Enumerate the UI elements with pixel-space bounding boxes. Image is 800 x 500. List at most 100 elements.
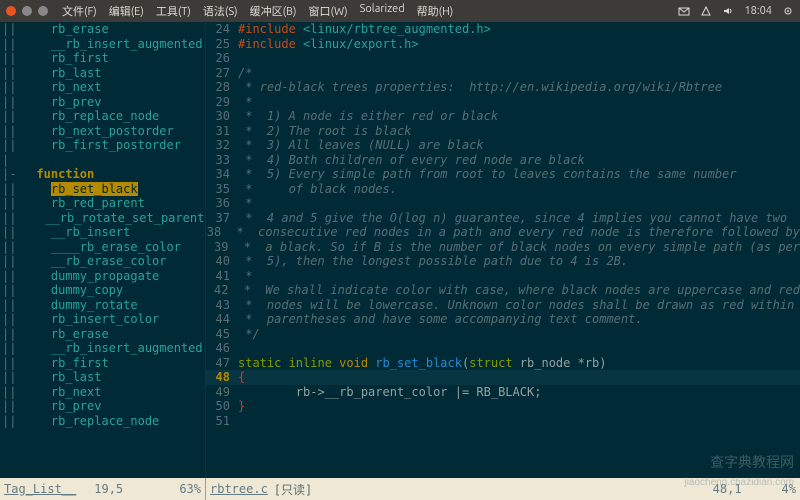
line-number: 30: [206, 109, 238, 123]
taglist-pane[interactable]: || rb_erase|| __rb_insert_augmented|| rb…: [0, 22, 206, 478]
code-line[interactable]: 34 * 5) Every simple path from root to l…: [206, 167, 800, 182]
network-icon[interactable]: [700, 5, 712, 17]
code-line[interactable]: 41 *: [206, 269, 800, 284]
code-line[interactable]: 51: [206, 414, 800, 429]
code-text: }: [238, 399, 245, 413]
code-text: *: [238, 269, 252, 283]
code-line[interactable]: 44 * parentheses and have some accompany…: [206, 312, 800, 327]
taglist-item[interactable]: || rb_set_black: [0, 182, 205, 197]
taglist-item[interactable]: || rb_next_postorder: [0, 124, 205, 139]
fold-marker: ||: [0, 298, 22, 312]
menu-item[interactable]: Solarized: [356, 3, 409, 19]
code-line[interactable]: 25#include <linux/export.h>: [206, 37, 800, 52]
fold-marker: ||: [0, 51, 22, 65]
taglist-item[interactable]: || __rb_insert_augmented: [0, 341, 205, 356]
code-line[interactable]: 33 * 4) Both children of every red node …: [206, 153, 800, 168]
code-line[interactable]: 26: [206, 51, 800, 66]
minimize-icon[interactable]: [22, 6, 32, 16]
fold-marker: ||: [0, 385, 22, 399]
taglist-label: rb_insert_color: [51, 312, 159, 326]
code-text: * of black nodes.: [238, 182, 397, 196]
code-line[interactable]: 45 */: [206, 327, 800, 342]
taglist-item[interactable]: || __rb_insert: [0, 225, 205, 240]
taglist-item[interactable]: || rb_next: [0, 80, 205, 95]
taglist-item[interactable]: || dummy_rotate: [0, 298, 205, 313]
status-left: Tag_List__ 19,5 63%: [0, 478, 206, 500]
close-icon[interactable]: [6, 6, 16, 16]
code-line[interactable]: 48{: [206, 370, 800, 385]
taglist-item[interactable]: || rb_erase: [0, 327, 205, 342]
code-line[interactable]: 32 * 3) All leaves (NULL) are black: [206, 138, 800, 153]
line-number: 29: [206, 95, 238, 109]
taglist-item[interactable]: |- function: [0, 167, 205, 182]
code-line[interactable]: 29 *: [206, 95, 800, 110]
taglist-item[interactable]: || dummy_propagate: [0, 269, 205, 284]
fold-marker: ||: [0, 109, 22, 123]
taglist-item[interactable]: || rb_prev: [0, 95, 205, 110]
code-line[interactable]: 46: [206, 341, 800, 356]
taglist-item[interactable]: || rb_last: [0, 66, 205, 81]
maximize-icon[interactable]: [38, 6, 48, 16]
taglist-item[interactable]: || __rb_insert_augmented: [0, 37, 205, 52]
code-line[interactable]: 39 * a black. So if B is the number of b…: [206, 240, 800, 255]
taglist-item[interactable]: || rb_next: [0, 385, 205, 400]
taglist-item[interactable]: || __rb_rotate_set_parents: [0, 211, 205, 226]
code-line[interactable]: 50}: [206, 399, 800, 414]
taglist-label: dummy_propagate: [51, 269, 159, 283]
taglist-item[interactable]: || rb_first_postorder: [0, 138, 205, 153]
taglist-item[interactable]: || rb_replace_node: [0, 109, 205, 124]
taglist-item[interactable]: || rb_insert_color: [0, 312, 205, 327]
code-line[interactable]: 49 rb->__rb_parent_color |= RB_BLACK;: [206, 385, 800, 400]
menu-item[interactable]: 语法(S): [199, 3, 242, 19]
editor-area: || rb_erase|| __rb_insert_augmented|| rb…: [0, 22, 800, 478]
taglist-item[interactable]: || rb_first: [0, 51, 205, 66]
code-line[interactable]: 27/*: [206, 66, 800, 81]
code-line[interactable]: 43 * nodes will be lowercase. Unknown co…: [206, 298, 800, 313]
code-line[interactable]: 37 * 4 and 5 give the O(log n) guarantee…: [206, 211, 800, 226]
code-line[interactable]: 47static inline void rb_set_black(struct…: [206, 356, 800, 371]
taglist-item[interactable]: |: [0, 153, 205, 168]
taglist-item[interactable]: || rb_erase: [0, 22, 205, 37]
code-line[interactable]: 38 * consecutive red nodes in a path and…: [206, 225, 800, 240]
menu-item[interactable]: 缓冲区(B): [246, 3, 301, 19]
line-number: 38: [206, 225, 229, 239]
taglist-item[interactable]: || dummy_copy: [0, 283, 205, 298]
code-line[interactable]: 42 * We shall indicate color with case, …: [206, 283, 800, 298]
code-pane[interactable]: 24#include <linux/rbtree_augmented.h>25#…: [206, 22, 800, 478]
fold-marker: ||: [0, 95, 22, 109]
menu-item[interactable]: 工具(T): [152, 3, 195, 19]
taglist-item[interactable]: || rb_first: [0, 356, 205, 371]
mail-icon[interactable]: [678, 5, 690, 17]
code-line[interactable]: 35 * of black nodes.: [206, 182, 800, 197]
taglist-label: __rb_insert_augmented: [51, 341, 203, 355]
code-line[interactable]: 40 * 5), then the longest possible path …: [206, 254, 800, 269]
code-line[interactable]: 31 * 2) The root is black: [206, 124, 800, 139]
line-number: 25: [206, 37, 238, 51]
taglist-label: rb_erase: [51, 22, 109, 36]
menu-item[interactable]: 编辑(E): [105, 3, 148, 19]
code-line[interactable]: 30 * 1) A node is either red or black: [206, 109, 800, 124]
gear-icon[interactable]: [782, 5, 794, 17]
line-number: 34: [206, 167, 238, 181]
taglist-item[interactable]: || rb_prev: [0, 399, 205, 414]
taglist-item[interactable]: || rb_replace_node: [0, 414, 205, 429]
menu-item[interactable]: 帮助(H): [413, 3, 458, 19]
code-text: * 3) All leaves (NULL) are black: [238, 138, 484, 152]
taglist-item[interactable]: || __rb_erase_color: [0, 254, 205, 269]
clock[interactable]: 18:04: [744, 5, 772, 17]
taglist-item[interactable]: || rb_last: [0, 370, 205, 385]
taglist-item[interactable]: || ____rb_erase_color: [0, 240, 205, 255]
volume-icon[interactable]: [722, 5, 734, 17]
fold-marker: ||: [0, 124, 22, 138]
code-line[interactable]: 24#include <linux/rbtree_augmented.h>: [206, 22, 800, 37]
code-line[interactable]: 28 * red-black trees properties: http://…: [206, 80, 800, 95]
code-text: * 2) The root is black: [238, 124, 411, 138]
fold-marker: ||: [0, 80, 22, 94]
code-text: *: [238, 196, 252, 210]
taglist-item[interactable]: || rb_red_parent: [0, 196, 205, 211]
code-line[interactable]: 36 *: [206, 196, 800, 211]
menu-item[interactable]: 窗口(W): [305, 3, 352, 19]
menu-item[interactable]: 文件(F): [58, 3, 101, 19]
fold-marker: ||: [0, 370, 22, 384]
line-number: 50: [206, 399, 238, 413]
